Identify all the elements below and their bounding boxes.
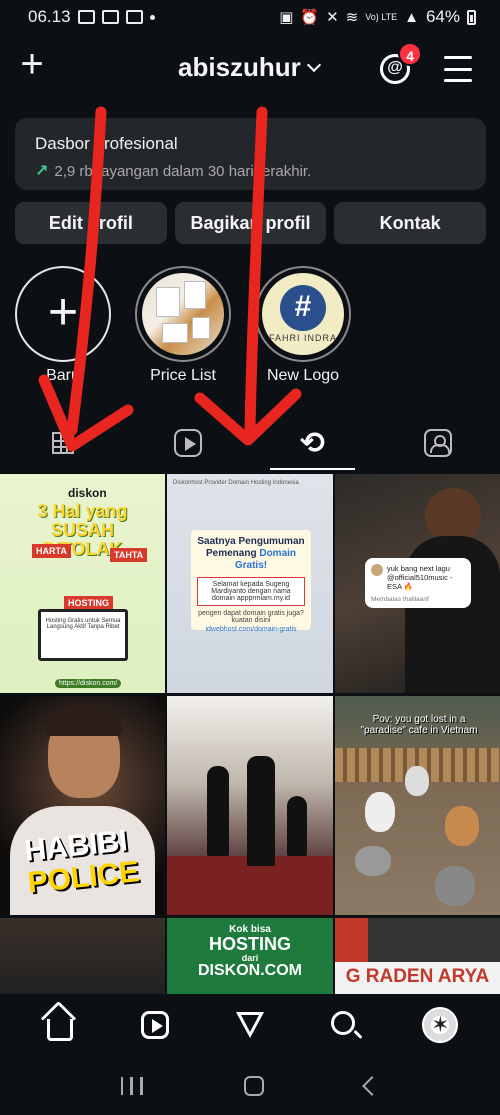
post-thumbnail[interactable]: Pov: you got lost in a "paradise" cafe i…: [335, 696, 500, 915]
status-bar: 06.13 ▣ ⏰ ✕ ≋ Vo) LTE ▲ 64%: [0, 0, 500, 34]
youtube-icon: [125, 10, 143, 24]
repost-icon: ⟲: [299, 426, 326, 460]
tab-posts[interactable]: [0, 416, 125, 470]
lock-icon: ▣: [279, 9, 294, 26]
battery-icon: [467, 9, 476, 25]
highlight-cover-image: [142, 273, 224, 355]
username: abiszuhur: [178, 52, 301, 82]
dashboard-title: Dasbor profesional: [35, 134, 178, 153]
tab-reposts[interactable]: ⟲: [250, 416, 375, 470]
wifi-icon: ≋: [345, 9, 359, 26]
home-button-icon[interactable]: [243, 1075, 264, 1096]
alarm-icon: ⏰: [300, 9, 320, 26]
recent-apps-icon[interactable]: [120, 1076, 143, 1095]
tab-reels[interactable]: [125, 416, 250, 470]
content-tabs: ⟲: [0, 416, 500, 470]
highlight-new-logo[interactable]: # FAHRI INDRA New Logo: [253, 266, 353, 385]
create-plus-icon[interactable]: +: [14, 44, 50, 84]
menu-icon[interactable]: [444, 56, 472, 82]
send-icon: [235, 1012, 264, 1038]
highlight-price-list[interactable]: Price List: [133, 266, 233, 385]
nav-messages[interactable]: [230, 1005, 270, 1045]
system-navigation: [0, 1056, 500, 1115]
bottom-navigation: [0, 994, 500, 1056]
dashboard-subtitle: 2,9 rb tayangan dalam 30 hari terakhir.: [54, 162, 312, 180]
account-switcher[interactable]: abiszuhur: [178, 52, 321, 83]
highlight-cover-image: # FAHRI INDRA: [262, 273, 344, 355]
post-thumbnail[interactable]: [167, 696, 333, 915]
nav-search[interactable]: [325, 1005, 365, 1045]
home-icon: [46, 1019, 73, 1041]
trend-up-icon: ↗: [35, 163, 49, 180]
nav-home[interactable]: [40, 1005, 80, 1045]
highlight-label: Baru: [46, 367, 80, 384]
status-time: 06.13: [28, 7, 71, 26]
reels-icon: [173, 429, 202, 457]
youtube-icon: [101, 10, 119, 24]
tab-tagged[interactable]: [375, 416, 500, 470]
battery-percent: 64%: [425, 7, 460, 26]
plus-icon: +: [15, 266, 111, 362]
avatar: [422, 1007, 459, 1043]
search-icon: [331, 1011, 356, 1035]
highlight-label: New Logo: [266, 367, 340, 384]
post-thumbnail[interactable]: yuk bang next lagu @official510music - E…: [335, 474, 500, 693]
professional-dashboard[interactable]: Dasbor profesional ↗ 2,9 rb tayangan dal…: [15, 118, 486, 190]
back-icon[interactable]: [362, 1075, 383, 1096]
post-thumbnail[interactable]: Kok bisa HOSTING dari DISKON.COM: [167, 918, 333, 994]
dashboard-stats: ↗ 2,9 rb tayangan dalam 30 hari terakhir…: [35, 161, 466, 181]
post-thumbnail[interactable]: diskon 3 Hal yang SUSAH DITOLAK HARTA TA…: [0, 474, 165, 693]
nav-reels[interactable]: [135, 1005, 175, 1045]
post-thumbnail[interactable]: HABIBI POLICE: [0, 696, 165, 915]
gallery-icon: [77, 10, 95, 24]
mute-icon: ✕: [326, 9, 339, 26]
notification-dot-icon: [149, 14, 155, 20]
tagged-icon: [423, 429, 452, 457]
highlight-new[interactable]: + Baru: [13, 266, 113, 385]
hashtag-logo-icon: #: [280, 285, 326, 331]
nav-profile[interactable]: [420, 1005, 460, 1045]
network-label: Vo) LTE: [365, 11, 398, 22]
profile-header: + abiszuhur @ 4: [0, 40, 500, 98]
post-thumbnail[interactable]: G RADEN ARYA: [335, 918, 500, 994]
edit-profile-button[interactable]: Edit profil: [15, 202, 167, 244]
signal-icon: ▲: [404, 8, 419, 26]
profile-actions: Edit profil Bagikan profil Kontak: [15, 202, 487, 244]
post-thumbnail[interactable]: [0, 918, 165, 994]
grid-icon: [51, 432, 74, 454]
logo-text: FAHRI INDRA: [268, 333, 337, 343]
share-profile-button[interactable]: Bagikan profil: [174, 202, 327, 244]
story-highlights: + Baru Price List # FAHRI INDRA New Logo: [0, 266, 500, 390]
contact-button[interactable]: Kontak: [334, 202, 487, 244]
threads-badge: 4: [398, 42, 422, 66]
post-grid: diskon 3 Hal yang SUSAH DITOLAK HARTA TA…: [0, 474, 500, 994]
reels-icon: [140, 1011, 169, 1039]
chevron-down-icon: [306, 57, 321, 72]
highlight-label: Price List: [150, 367, 216, 384]
post-thumbnail[interactable]: Diskonhost Provider Domain Hosting Indon…: [167, 474, 333, 693]
